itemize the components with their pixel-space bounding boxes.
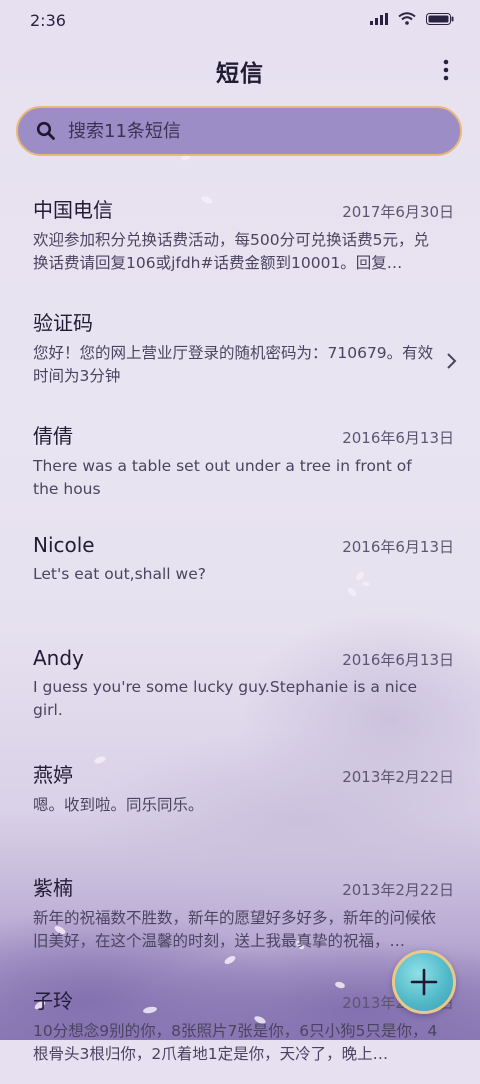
page-title: 短信 <box>216 61 264 87</box>
message-sender: 中国电信 <box>33 198 113 222</box>
search-bar[interactable] <box>16 106 462 156</box>
message-date: 2013年2月22日 <box>342 768 454 786</box>
message-preview: There was a table set out under a tree i… <box>33 457 412 498</box>
status-icons <box>370 12 454 25</box>
plus-icon <box>410 968 438 996</box>
signal-icon <box>370 12 388 25</box>
message-item[interactable]: 中国电信 2017年6月30日 欢迎参加积分兑换话费活动，每500分可兑换话费5… <box>0 180 480 293</box>
more-vertical-icon[interactable] <box>436 56 456 84</box>
battery-icon <box>426 12 454 25</box>
search-icon <box>36 121 55 140</box>
message-preview: 您好！您的网上营业厅登录的随机密码为：710679。有效时间为3分钟 <box>33 344 434 385</box>
message-date: 2016年6月13日 <box>342 429 454 447</box>
message-item[interactable]: Nicole 2016年6月13日 Let's eat out,shall we… <box>0 519 480 632</box>
message-sender: Nicole <box>33 533 95 557</box>
message-date: 2016年6月13日 <box>342 538 454 556</box>
message-item[interactable]: Andy 2016年6月13日 I guess you're some luck… <box>0 632 480 745</box>
message-list: 中国电信 2017年6月30日 欢迎参加积分兑换话费活动，每500分可兑换话费5… <box>0 180 480 1084</box>
message-sender: Andy <box>33 646 84 670</box>
message-date: 2017年6月30日 <box>342 203 454 221</box>
wifi-icon <box>398 12 416 25</box>
message-item[interactable]: 验证码 您好！您的网上营业厅登录的随机密码为：710679。有效时间为3分钟 <box>0 293 480 406</box>
message-preview: 嗯。收到啦。同乐同乐。 <box>33 796 204 814</box>
message-date: 2016年6月13日 <box>342 651 454 669</box>
new-message-button[interactable] <box>392 950 456 1014</box>
message-preview: 10分想念9别的你，8张照片7张是你，6只小狗5只是你，4根骨头3根归你，2爪着… <box>33 1022 438 1063</box>
message-preview: 新年的祝福数不胜数，新年的愿望好多好多，新年的问候依旧美好，在这个温馨的时刻，送… <box>33 909 437 950</box>
message-sender: 子玲 <box>33 989 73 1013</box>
status-bar: 2:36 <box>0 0 480 40</box>
message-preview: Let's eat out,shall we? <box>33 565 206 583</box>
message-sender: 倩倩 <box>33 424 73 448</box>
message-preview: 欢迎参加积分兑换话费活动，每500分可兑换话费5元，兑换话费请回复106或jfd… <box>33 231 429 272</box>
chevron-right-icon[interactable] <box>446 351 458 371</box>
header: 短信 <box>0 48 480 92</box>
status-time: 2:36 <box>30 11 66 30</box>
message-item[interactable]: 燕婷 2013年2月22日 嗯。收到啦。同乐同乐。 <box>0 745 480 858</box>
message-date: 2013年2月22日 <box>342 881 454 899</box>
search-input[interactable] <box>66 119 430 143</box>
message-preview: I guess you're some lucky guy.Stephanie … <box>33 678 417 719</box>
message-sender: 紫楠 <box>33 876 73 900</box>
message-sender: 燕婷 <box>33 763 73 787</box>
message-item[interactable]: 倩倩 2016年6月13日 There was a table set out … <box>0 406 480 519</box>
message-sender: 验证码 <box>33 311 93 335</box>
